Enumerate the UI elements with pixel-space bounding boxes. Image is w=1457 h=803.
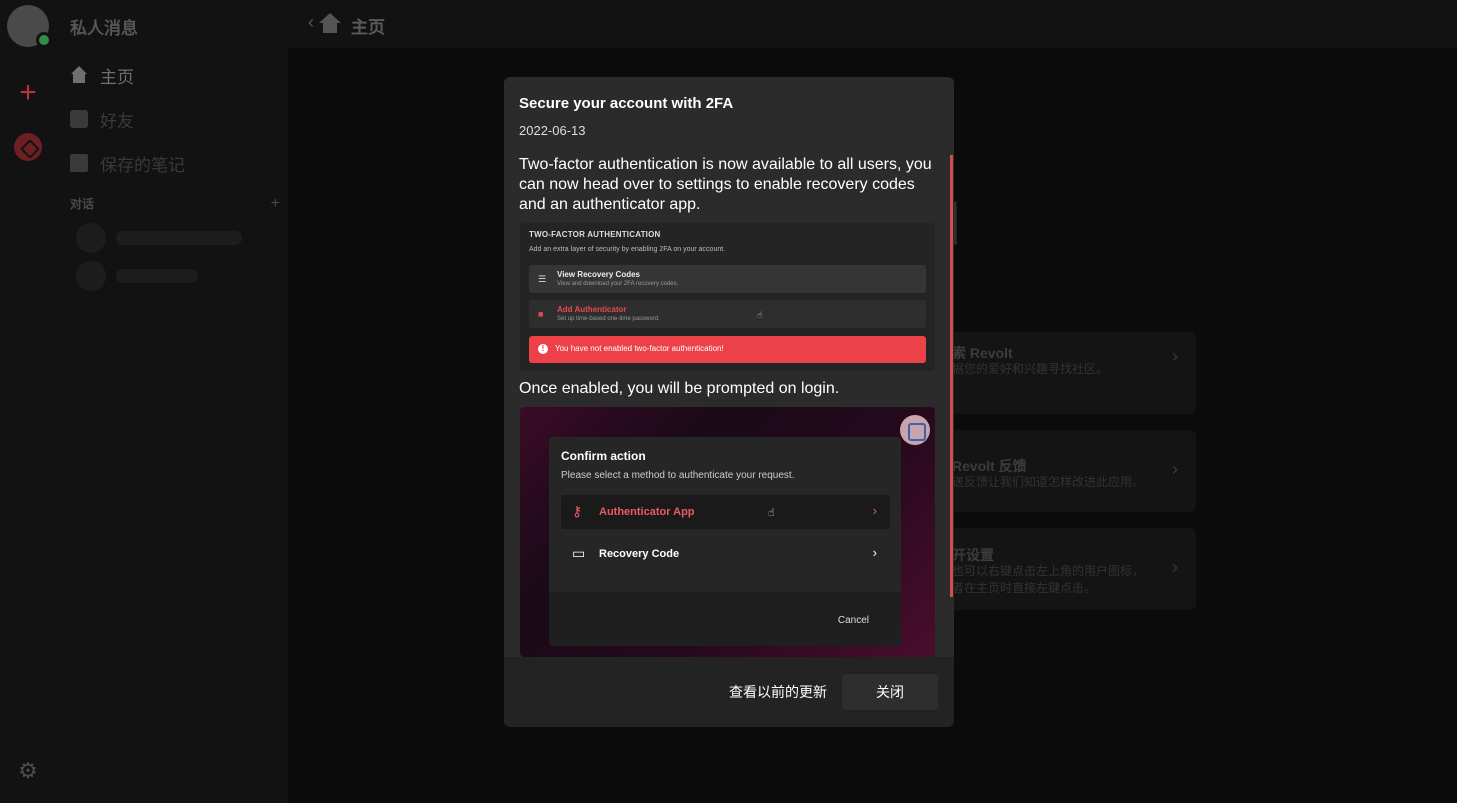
add-server-icon[interactable]: + — [14, 78, 42, 108]
alert-text: You have not enabled two-factor authenti… — [555, 344, 724, 353]
dialog-footer: Cancel — [549, 592, 901, 646]
archive-icon: ▭ — [572, 545, 586, 561]
placeholder-bar — [116, 269, 198, 283]
modal-title: Secure your account with 2FA — [519, 95, 734, 112]
section-title: 对话 — [70, 197, 95, 211]
card-description: 送反馈让我们知道怎样改进此应用。 — [952, 475, 1145, 489]
home-icon — [319, 13, 341, 33]
placeholder-avatar — [76, 261, 106, 291]
view-previous-updates-button[interactable]: 查看以前的更新 — [714, 674, 842, 710]
image-option-authenticator: ⚷ Authenticator App ☝ › — [561, 495, 890, 529]
image-option-recovery: ▭ Recovery Code › — [561, 537, 890, 571]
image-confirm-dialog: Confirm action Please select a method to… — [549, 437, 901, 646]
row-description: Set up time-based one-time password. — [557, 316, 660, 322]
chevron-right-icon: › — [872, 503, 877, 518]
info-icon: ! — [538, 344, 548, 354]
page-title: 主页 — [351, 18, 385, 37]
card-title: 开设置 — [952, 547, 994, 563]
hand-cursor-icon: ☝ — [757, 310, 763, 320]
server-rail: + ⚙ — [0, 0, 56, 803]
chevron-right-icon: › — [1172, 346, 1178, 366]
modal-date: 2022-06-13 — [519, 123, 586, 138]
modal-paragraph: Once enabled, you will be prompted on lo… — [519, 380, 840, 397]
scan-icon — [900, 415, 930, 445]
image-alert-banner: ! You have not enabled two-factor authen… — [529, 336, 926, 363]
notes-icon — [70, 154, 88, 172]
image-row-recovery-codes: ☰ View Recovery Codes View and download … — [529, 265, 926, 293]
friends-icon — [70, 110, 88, 128]
image-subheading: Add an extra layer of security by enabli… — [529, 246, 726, 253]
sidebar-item-friends[interactable]: 好友 — [70, 105, 134, 133]
card-title: Revolt 反馈 — [952, 458, 1027, 474]
modal-paragraph: Two-factor authentication is now availab… — [519, 156, 932, 213]
hand-cursor-icon: ☝ — [768, 507, 775, 519]
discover-compass-icon[interactable] — [14, 133, 42, 161]
app-root: + ⚙ 私人消息 主页 好友 保存的笔记 对话 + ‹ 主页 索 Revolt … — [0, 0, 1457, 803]
settings-gear-icon[interactable]: ⚙ — [16, 759, 40, 783]
dm-sidebar: 私人消息 主页 好友 保存的笔记 对话 + — [56, 0, 288, 803]
changelog-modal: Secure your account with 2FA 2022-06-13 … — [504, 77, 954, 727]
card-title: 索 Revolt — [952, 345, 1013, 361]
sidebar-item-label: 主页 — [100, 67, 134, 87]
modal-scrollbar[interactable] — [950, 155, 953, 597]
online-status-indicator — [36, 32, 52, 48]
home-card-discover[interactable]: 索 Revolt 据您的爱好和兴趣寻找社区。 › — [940, 332, 1196, 414]
card-description: 据您的爱好和兴趣寻找社区。 — [952, 362, 1109, 376]
dialog-description: Please select a method to authenticate y… — [561, 470, 795, 481]
conversations-section-header: 对话 + — [70, 195, 280, 213]
conversation-placeholder — [76, 261, 198, 291]
home-card-settings[interactable]: 开设置 也可以右键点击左上角的用户图标， 者在主页时直接左键点击。 › — [940, 528, 1196, 610]
user-avatar[interactable] — [7, 5, 52, 48]
sidebar-item-label: 保存的笔记 — [100, 155, 185, 175]
modal-footer: 查看以前的更新 关闭 — [504, 657, 954, 727]
sidebar-item-home[interactable]: 主页 — [70, 61, 134, 89]
option-label: Authenticator App — [599, 506, 695, 518]
chevron-right-icon: › — [872, 545, 877, 560]
close-button[interactable]: 关闭 — [842, 674, 938, 710]
login-prompt-screenshot: Confirm action Please select a method to… — [520, 407, 935, 657]
image-cancel-label: Cancel — [837, 615, 869, 626]
home-icon — [70, 66, 88, 84]
placeholder-avatar — [76, 223, 106, 253]
settings-2fa-screenshot: TWO-FACTOR AUTHENTICATION Add an extra l… — [520, 223, 935, 371]
row-title: View Recovery Codes — [557, 270, 641, 279]
chevron-right-icon: › — [1172, 557, 1178, 577]
image-heading: TWO-FACTOR AUTHENTICATION — [529, 230, 661, 239]
add-conversation-button[interactable]: + — [271, 195, 280, 213]
placeholder-bar — [116, 231, 242, 245]
home-card-feedback[interactable]: Revolt 反馈 送反馈让我们知道怎样改进此应用。 › — [940, 430, 1196, 512]
modal-scroll-content[interactable]: Two-factor authentication is now availab… — [504, 153, 954, 657]
dialog-title: Confirm action — [561, 449, 646, 463]
lock-icon: ■ — [538, 309, 544, 319]
sidebar-header: 私人消息 — [70, 19, 138, 38]
conversation-placeholder — [76, 223, 242, 253]
row-description: View and download your 2FA recovery code… — [557, 281, 679, 287]
sidebar-item-saved-notes[interactable]: 保存的笔记 — [70, 149, 185, 177]
card-description: 也可以右键点击左上角的用户图标， 者在主页时直接左键点击。 — [952, 564, 1145, 595]
row-title: Add Authenticator — [557, 305, 627, 314]
key-icon: ⚷ — [572, 503, 583, 519]
chevron-right-icon: › — [1172, 459, 1178, 479]
back-chevron-icon[interactable]: ‹ — [308, 12, 314, 33]
sidebar-item-label: 好友 — [100, 111, 134, 131]
image-row-add-authenticator: ■ Add Authenticator Set up time-based on… — [529, 300, 926, 328]
list-icon: ☰ — [538, 274, 547, 284]
option-label: Recovery Code — [599, 548, 680, 560]
main-header: ‹ 主页 — [288, 0, 1457, 48]
